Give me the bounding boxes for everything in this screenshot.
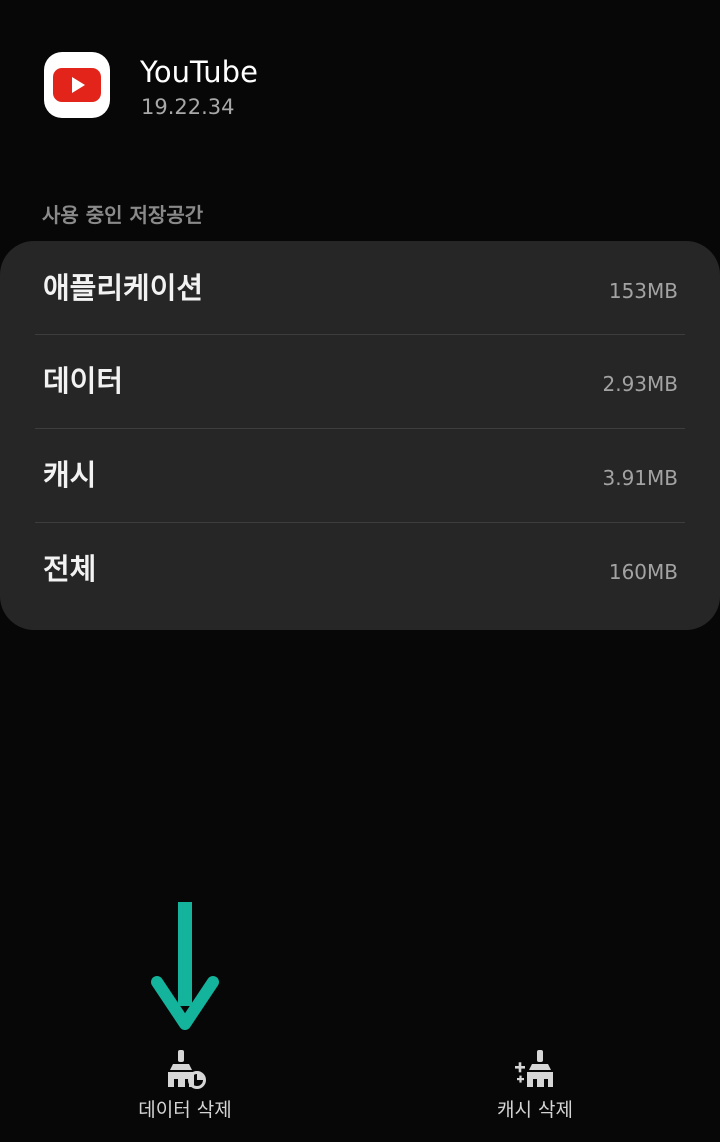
storage-row-label: 전체	[43, 552, 97, 586]
clear-data-button[interactable]: 데이터 삭제	[65, 1040, 305, 1130]
storage-row-label: 데이터	[43, 364, 124, 398]
app-header: YouTube 19.22.34	[44, 52, 684, 122]
storage-row-value: 3.91MB	[602, 466, 678, 490]
storage-row-value: 160MB	[608, 560, 678, 584]
app-version: 19.22.34	[141, 95, 235, 119]
storage-row-label: 애플리케이션	[43, 271, 204, 305]
storage-section-title: 사용 중인 저장공간	[42, 203, 204, 227]
clear-cache-broom-icon	[513, 1046, 557, 1090]
storage-row-label: 캐시	[43, 458, 97, 492]
storage-row-app: 애플리케이션 153MB	[35, 241, 685, 335]
youtube-logo-icon	[44, 52, 110, 118]
storage-row-value: 153MB	[608, 279, 678, 303]
clear-data-broom-icon	[163, 1046, 207, 1090]
storage-card: 애플리케이션 153MB 데이터 2.93MB 캐시 3.91MB 전체 160…	[0, 241, 720, 630]
clear-cache-button[interactable]: 캐시 삭제	[415, 1040, 655, 1130]
storage-row-total: 전체 160MB	[35, 522, 685, 616]
storage-row-value: 2.93MB	[602, 372, 678, 396]
clear-cache-label: 캐시 삭제	[497, 1099, 573, 1121]
storage-row-data: 데이터 2.93MB	[35, 334, 685, 428]
storage-row-cache: 캐시 3.91MB	[35, 428, 685, 522]
clear-data-label: 데이터 삭제	[138, 1099, 232, 1121]
down-arrow-annotation-icon	[150, 900, 220, 1030]
app-name: YouTube	[140, 55, 258, 89]
